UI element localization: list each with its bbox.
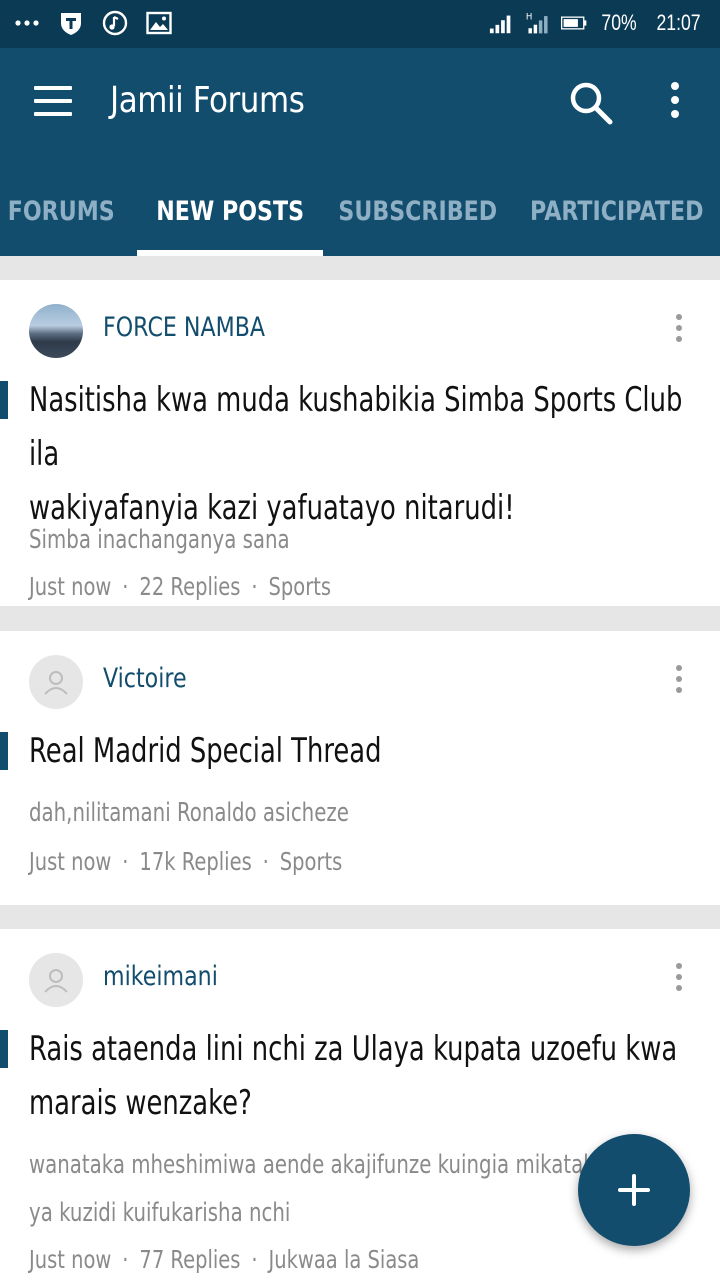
search-icon[interactable] <box>566 78 616 128</box>
app-bar: Jamii Forums <box>0 48 720 166</box>
avatar[interactable] <box>29 953 83 1007</box>
post-title[interactable]: Rais ataenda lini nchi za Ulaya kupata u… <box>29 1022 698 1130</box>
post-forum[interactable]: Jukwaa la Siasa <box>269 1245 420 1274</box>
svg-text:H: H <box>526 13 533 23</box>
post-accent-bar <box>0 381 8 419</box>
clock: 21:07 <box>656 10 701 35</box>
post-meta: Just now · 22 Replies · Sports <box>29 572 332 601</box>
post-author[interactable]: Victoire <box>103 663 187 694</box>
post-meta: Just now · 77 Replies · Jukwaa la Siasa <box>29 1245 420 1274</box>
post-replies: 22 Replies <box>139 572 241 601</box>
post-meta: Just now · 17k Replies · Sports <box>29 847 343 876</box>
post-replies: 17k Replies <box>139 847 252 876</box>
more-dots-icon <box>14 10 40 36</box>
status-bar: H 70% 21:07 <box>0 0 720 48</box>
tab-new-posts[interactable]: NEW POSTS <box>137 166 323 256</box>
plus-icon <box>618 1174 650 1206</box>
post-menu-icon[interactable] <box>668 665 690 705</box>
battery-icon <box>560 10 587 36</box>
post-author[interactable]: FORCE NAMBA <box>103 312 265 343</box>
post-title[interactable]: Real Madrid Special Thread <box>29 724 698 778</box>
avatar[interactable] <box>29 655 83 709</box>
user-placeholder-icon <box>44 671 68 695</box>
signal-h-icon: H <box>525 10 551 36</box>
battery-percent: 70% <box>601 10 637 35</box>
tab-forums[interactable]: FORUMS <box>0 166 122 256</box>
post-menu-icon[interactable] <box>668 314 690 354</box>
tab-subscribed[interactable]: SUBSCRIBED <box>338 166 498 256</box>
post-title[interactable]: Nasitisha kwa muda kushabikia Simba Spor… <box>29 373 698 535</box>
post-accent-bar <box>0 1030 8 1068</box>
post-forum[interactable]: Sports <box>269 572 332 601</box>
shield-icon <box>58 10 84 36</box>
post-time: Just now <box>29 572 112 601</box>
post-time: Just now <box>29 1245 112 1274</box>
avatar[interactable] <box>29 304 83 358</box>
music-icon <box>102 10 128 36</box>
new-thread-fab[interactable] <box>578 1134 690 1246</box>
post-forum[interactable]: Sports <box>280 847 343 876</box>
app-title: Jamii Forums <box>110 80 305 121</box>
overflow-menu-icon[interactable] <box>660 82 690 128</box>
post-card[interactable]: FORCE NAMBA Nasitisha kwa muda kushabiki… <box>0 280 720 606</box>
post-snippet: dah,nilitamani Ronaldo asicheze <box>29 798 349 828</box>
tab-bar: FORUMS NEW POSTS SUBSCRIBED PARTICIPATED <box>0 166 720 256</box>
post-snippet: Simba inachanganya sana <box>29 525 290 555</box>
post-card[interactable]: Victoire Real Madrid Special Thread dah,… <box>0 631 720 905</box>
post-author[interactable]: mikeimani <box>103 961 218 992</box>
active-tab-indicator <box>137 250 323 256</box>
post-replies: 77 Replies <box>139 1245 241 1274</box>
hamburger-menu-icon[interactable] <box>34 86 76 126</box>
post-menu-icon[interactable] <box>668 963 690 1003</box>
signal-icon <box>489 10 515 36</box>
user-placeholder-icon <box>44 969 68 993</box>
post-accent-bar <box>0 732 8 770</box>
image-icon <box>146 10 172 36</box>
tab-participated[interactable]: PARTICIPATED <box>520 166 714 256</box>
post-time: Just now <box>29 847 112 876</box>
